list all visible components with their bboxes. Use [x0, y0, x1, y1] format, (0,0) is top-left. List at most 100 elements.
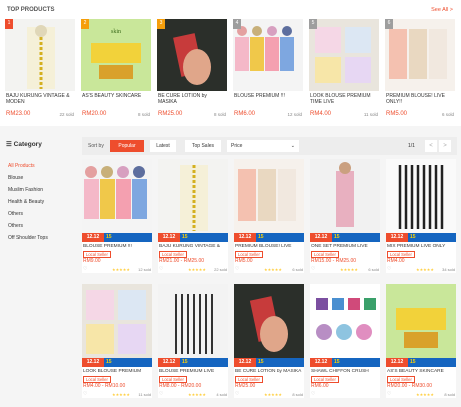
category-off-shoulder-tops[interactable]: Off Shoulder Tops — [8, 232, 48, 244]
promo-strip: 12.12 15 — [158, 358, 228, 367]
product-name: BE CURE LOTION by MASIKA — [158, 93, 207, 105]
promo-number: 15 — [106, 359, 112, 365]
top-product-card[interactable]: 6 PREMIUM BLOUSE! LIVE ONLY!! RM5.00 6 s… — [385, 18, 455, 123]
see-all-link[interactable]: See All > — [431, 7, 453, 13]
product-price: RM20.00 — [82, 111, 107, 117]
product-image — [158, 284, 228, 358]
promo-number: 15 — [334, 234, 340, 240]
prev-page-button[interactable]: < — [425, 140, 437, 152]
seller-tag: Local Seller — [387, 376, 415, 383]
product-image — [82, 284, 152, 358]
promo-strip: 12.12 15 — [310, 233, 380, 242]
rating-stars: ★★★★★ — [264, 392, 282, 397]
rank-badge: 3 — [157, 19, 165, 29]
category-heading: ☰ Category — [6, 140, 42, 148]
category-others[interactable]: Others — [8, 208, 48, 220]
product-image — [234, 159, 304, 233]
product-card[interactable]: 12.12 15 BE CURE LOTION by MASIKA Local S… — [234, 284, 304, 398]
product-price: RM9.00 — [83, 258, 101, 264]
product-sold: 6 sold — [441, 112, 454, 117]
heart-icon[interactable]: ♡ — [159, 391, 163, 397]
sort-bar: Sort by Popular Latest Top Sales Price ⌄ … — [82, 137, 457, 155]
category-blouse[interactable]: Blouse — [8, 172, 48, 184]
category-health-beauty[interactable]: Health & Beauty — [8, 196, 48, 208]
seller-tag: Local Seller — [387, 251, 415, 258]
sort-top-sales-button[interactable]: Top Sales — [185, 140, 221, 152]
category-list: All Products Blouse Muslim Fashion Healt… — [8, 160, 48, 244]
promo-date: 12.12 — [310, 233, 332, 242]
heart-icon[interactable]: ♡ — [387, 391, 391, 397]
product-price: RM8.00 - RM20.00 — [159, 383, 202, 389]
product-card[interactable]: 12.12 15 PREMIUM BLOUSE! LIVE Local Selle… — [234, 159, 304, 273]
product-image: skin — [81, 19, 151, 91]
product-card[interactable]: 12.12 15 SHAWL CHIFFON CRUSH Local Seller… — [310, 284, 380, 398]
product-sold: 8 sold — [444, 392, 455, 397]
seller-tag: Local Seller — [311, 251, 339, 258]
product-image — [5, 19, 75, 91]
seller-tag: Local Seller — [311, 376, 339, 383]
product-sold: 12 sold — [287, 112, 302, 117]
heart-icon[interactable]: ♡ — [311, 391, 315, 397]
top-product-card[interactable]: 4 BLOUSE PREMIUM !!! RM6.00 12 sold — [233, 18, 303, 123]
product-image — [158, 159, 228, 233]
rating-stars: ★★★★★ — [416, 392, 434, 397]
product-card[interactable]: 12.12 15 MIX PREMIUM LIVE ONLY Local Sell… — [386, 159, 456, 273]
rating-stars: ★★★★★ — [188, 392, 206, 397]
heart-icon[interactable]: ♡ — [235, 266, 239, 272]
price-select[interactable]: Price ⌄ — [227, 140, 299, 152]
sort-label: Sort by — [88, 143, 104, 149]
promo-date: 12.12 — [82, 233, 104, 242]
rating-stars: ★★★★★ — [416, 267, 434, 272]
product-price: RM20.00 - RM30.00 — [387, 383, 433, 389]
promo-number: 15 — [182, 234, 188, 240]
heart-icon[interactable]: ♡ — [83, 391, 87, 397]
product-name: LOOK BLOUSE PREMIUM TIME LIVE — [310, 93, 371, 105]
promo-strip: 12.12 15 — [82, 358, 152, 367]
product-name: BE CURE LOTION by MASIKA — [235, 369, 302, 374]
top-product-card[interactable]: 5 LOOK BLOUSE PREMIUM TIME LIVE RM4.00 1… — [309, 18, 379, 123]
product-card[interactable]: 12.12 15 BLOUSE PREMIUM LIVE Local Seller… — [158, 284, 228, 398]
seller-tag: Local Seller — [235, 251, 263, 258]
seller-tag: Local Seller — [83, 376, 111, 383]
product-price: RM6.00 — [311, 383, 329, 389]
product-price: RM6.00 — [234, 111, 256, 117]
product-price: RM25.00 — [158, 111, 183, 117]
next-page-button[interactable]: > — [439, 140, 451, 152]
heart-icon[interactable]: ♡ — [83, 266, 87, 272]
product-card[interactable]: 12.12 15 ONE SET PREMIUM LIVE Local Selle… — [310, 159, 380, 273]
product-price: RM5.00 — [235, 258, 253, 264]
heart-icon[interactable]: ♡ — [159, 266, 163, 272]
heart-icon[interactable]: ♡ — [387, 266, 391, 272]
product-sold: 12 sold — [138, 267, 151, 272]
product-card[interactable]: 12.12 15 BLOUSE PREMIUM !!! Local Seller … — [82, 159, 152, 273]
promo-date: 12.12 — [158, 358, 180, 367]
product-card[interactable]: 12.12 15 AS'S BEAUTY SKINCARE Local Selle… — [386, 284, 456, 398]
product-image — [309, 19, 379, 91]
product-price: RM4.00 - RM10.00 — [83, 383, 126, 389]
product-name: AS'S BEAUTY SKINCARE — [387, 369, 444, 374]
product-name: BLOUSE PREMIUM !!! — [83, 244, 132, 249]
product-sold: 34 sold — [442, 267, 455, 272]
sort-popular-button[interactable]: Popular — [110, 140, 144, 152]
promo-date: 12.12 — [386, 358, 408, 367]
rank-badge: 4 — [233, 19, 241, 29]
product-price: RM15.00 - RM25.00 — [311, 258, 357, 264]
heart-icon[interactable]: ♡ — [235, 391, 239, 397]
promo-strip: 12.12 15 — [310, 358, 380, 367]
category-all-products[interactable]: All Products — [8, 160, 48, 172]
heart-icon[interactable]: ♡ — [311, 266, 315, 272]
sort-latest-button[interactable]: Latest — [150, 140, 176, 152]
promo-number: 15 — [258, 234, 264, 240]
product-sold: 6 sold — [292, 267, 303, 272]
product-card[interactable]: 12.12 15 LOOK BLOUSE PREMIUM Local Seller… — [82, 284, 152, 398]
top-product-card[interactable]: 3 BE CURE LOTION by MASIKA RM25.00 8 sol… — [157, 18, 227, 123]
top-product-card[interactable]: 1 BAJU KURUNG VINTAGE & MODEN RM23.00 22… — [5, 18, 75, 123]
product-sold: 22 sold — [59, 112, 74, 117]
promo-number: 15 — [182, 359, 188, 365]
product-card[interactable]: 12.12 15 BAJU KURUNG VINTAGE & Local Sell… — [158, 159, 228, 273]
top-product-card[interactable]: skin 2 AS'S BEAUTY SKINCARE RM20.00 8 so… — [81, 18, 151, 123]
promo-number: 15 — [410, 234, 416, 240]
category-others-2[interactable]: Others — [8, 220, 48, 232]
top-products-header: TOP PRODUCTS See All > — [0, 0, 461, 18]
category-muslim-fashion[interactable]: Muslim Fashion — [8, 184, 48, 196]
